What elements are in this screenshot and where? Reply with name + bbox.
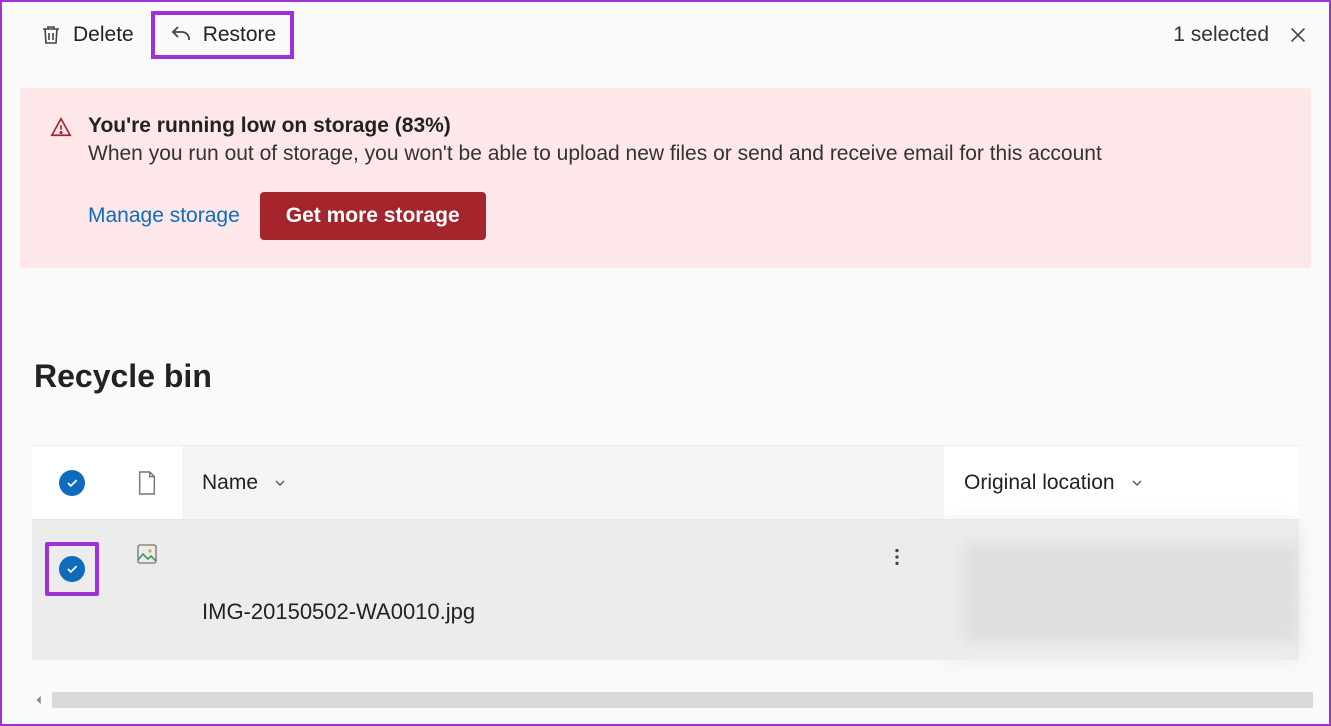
original-location-column-header[interactable]: Original location bbox=[944, 446, 1299, 519]
select-all-cell[interactable] bbox=[32, 446, 112, 519]
recycle-bin-table: Name Original location bbox=[32, 445, 1299, 660]
alert-title: You're running low on storage (83%) bbox=[88, 114, 1102, 138]
more-actions-icon[interactable] bbox=[886, 546, 908, 568]
delete-label: Delete bbox=[73, 23, 134, 47]
selection-count: 1 selected bbox=[1173, 23, 1269, 47]
original-location-cell bbox=[944, 520, 1299, 660]
restore-button[interactable]: Restore bbox=[151, 11, 295, 59]
table-header: Name Original location bbox=[32, 446, 1299, 520]
get-more-storage-button[interactable]: Get more storage bbox=[260, 192, 486, 240]
undo-icon bbox=[169, 23, 193, 47]
page-title: Recycle bin bbox=[34, 358, 1329, 395]
name-column-header[interactable]: Name bbox=[182, 446, 944, 519]
warning-icon bbox=[50, 116, 72, 138]
alert-body: When you run out of storage, you won't b… bbox=[88, 142, 1102, 166]
table-row[interactable]: IMG-20150502-WA0010.jpg bbox=[32, 520, 1299, 660]
row-checkbox[interactable] bbox=[59, 556, 85, 582]
restore-label: Restore bbox=[203, 23, 277, 47]
type-col-icon bbox=[112, 446, 182, 519]
chevron-down-icon bbox=[1129, 475, 1145, 491]
image-file-icon bbox=[135, 542, 159, 566]
file-icon bbox=[136, 470, 158, 496]
row-checkbox-highlight bbox=[45, 542, 99, 596]
chevron-down-icon bbox=[272, 475, 288, 491]
trash-icon bbox=[39, 23, 63, 47]
name-header-label: Name bbox=[202, 471, 258, 495]
storage-warning-banner: You're running low on storage (83%) When… bbox=[20, 88, 1311, 268]
scroll-left-icon[interactable] bbox=[32, 693, 46, 707]
close-icon[interactable] bbox=[1287, 24, 1309, 46]
horizontal-scrollbar[interactable] bbox=[32, 690, 1319, 710]
manage-storage-link[interactable]: Manage storage bbox=[88, 204, 240, 228]
scrollbar-track[interactable] bbox=[52, 692, 1313, 708]
action-toolbar: Delete Restore 1 selected bbox=[2, 2, 1329, 68]
original-location-header-label: Original location bbox=[964, 471, 1115, 495]
select-all-checkbox[interactable] bbox=[59, 470, 85, 496]
redacted-location bbox=[964, 540, 1299, 640]
delete-button[interactable]: Delete bbox=[22, 12, 151, 58]
file-name: IMG-20150502-WA0010.jpg bbox=[202, 599, 475, 625]
